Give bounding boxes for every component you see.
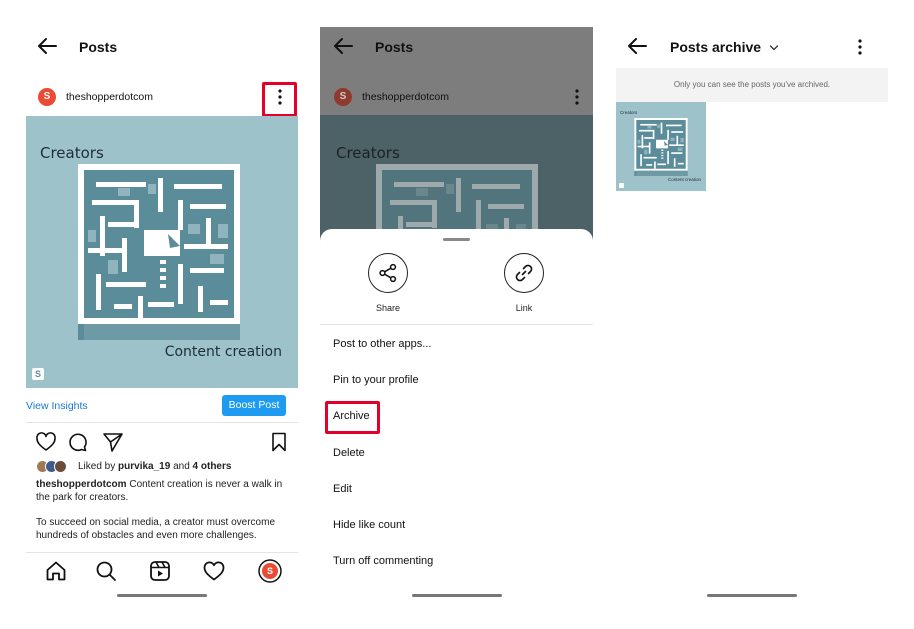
share-label: Share: [375, 303, 401, 313]
post-text-creators: Creators: [336, 144, 400, 162]
menu-item-turn-off-commenting[interactable]: Turn off commenting: [333, 555, 433, 567]
post-options-screen: Posts S theshopperdotcom Creators Share …: [320, 27, 593, 602]
view-insights-link[interactable]: View Insights: [26, 400, 88, 412]
thumb-text-creators: Creators: [620, 110, 638, 115]
heart-icon[interactable]: [35, 431, 57, 453]
chevron-down-icon: [769, 39, 779, 57]
divider: [26, 552, 298, 553]
page-title: Posts: [79, 39, 118, 55]
bookmark-icon[interactable]: [268, 431, 290, 453]
post-header: S theshopperdotcom: [26, 83, 298, 111]
menu-item-pin-to-profile[interactable]: Pin to your profile: [333, 374, 419, 386]
sheet-grabber[interactable]: [443, 238, 470, 241]
post-image[interactable]: Creators Content creation S: [26, 116, 298, 388]
likes-text[interactable]: Liked by purvika_19 and 4 others: [78, 461, 231, 472]
liker-avatars[interactable]: [36, 460, 74, 474]
boost-post-button[interactable]: Boost Post: [222, 395, 286, 416]
divider: [320, 324, 593, 325]
maze-graphic: [634, 118, 688, 176]
bottom-nav: S: [26, 557, 298, 585]
send-icon[interactable]: [102, 431, 124, 453]
divider: [26, 422, 298, 423]
likes-prefix: Liked by: [78, 461, 119, 472]
gesture-bar: [412, 594, 502, 597]
username[interactable]: theshopperdotcom: [66, 91, 153, 103]
post-text-content-creation: Content creation: [164, 344, 282, 360]
brand-logo: S: [32, 368, 44, 380]
gesture-bar: [117, 594, 207, 597]
caption-username[interactable]: theshopperdotcom: [36, 479, 127, 490]
back-arrow-icon[interactable]: [626, 33, 648, 59]
share-button[interactable]: [368, 253, 408, 293]
post-text-creators: Creators: [40, 144, 104, 162]
menu-item-delete[interactable]: Delete: [333, 447, 365, 459]
archive-type-dropdown[interactable]: Posts archive: [670, 39, 780, 57]
menu-item-edit[interactable]: Edit: [333, 483, 352, 495]
highlight-kebab: [262, 82, 297, 117]
username: theshopperdotcom: [362, 91, 449, 103]
liker-username[interactable]: purvika_19: [118, 461, 170, 472]
dimmed-header: [320, 27, 593, 115]
posts-archive-screen: Posts archive Only you can see the posts…: [616, 27, 888, 602]
insights-row: View Insights Boost Post: [26, 395, 298, 417]
avatar[interactable]: S: [38, 88, 56, 106]
page-title: Posts: [375, 39, 414, 55]
back-arrow-icon[interactable]: [36, 33, 58, 59]
avatar: S: [334, 88, 352, 106]
archive-notice: Only you can see the posts you've archiv…: [616, 68, 888, 102]
archived-post-thumbnail[interactable]: Creators Content creation: [616, 102, 706, 191]
likes-others[interactable]: 4 others: [193, 461, 232, 472]
top-bar: Posts: [26, 27, 298, 67]
heart-icon[interactable]: [202, 559, 226, 583]
menu-item-hide-like-count[interactable]: Hide like count: [333, 519, 405, 531]
gesture-bar: [707, 594, 797, 597]
post-actions: [26, 431, 298, 453]
link-label: Link: [515, 303, 533, 313]
thumb-text-content-creation: Content creation: [667, 177, 701, 182]
posts-screen: Posts S theshopperdotcom Creators Conten…: [26, 27, 298, 602]
comment-icon[interactable]: [66, 431, 88, 453]
menu-item-post-to-other-apps[interactable]: Post to other apps...: [333, 338, 431, 350]
search-icon[interactable]: [94, 559, 118, 583]
brand-logo: [619, 183, 624, 188]
kebab-icon[interactable]: [852, 37, 868, 57]
page-title: Posts archive: [670, 39, 762, 56]
maze-graphic: [78, 164, 240, 340]
kebab-icon: [569, 87, 585, 107]
highlight-archive: [325, 401, 380, 434]
top-bar: Posts archive: [616, 27, 888, 67]
home-icon[interactable]: [44, 559, 68, 583]
profile-avatar-button[interactable]: S: [258, 559, 282, 583]
reels-icon[interactable]: [148, 559, 172, 583]
profile-avatar-letter: S: [266, 566, 273, 576]
back-arrow-icon[interactable]: [332, 33, 354, 59]
caption-paragraph: To succeed on social media, a creator mu…: [36, 517, 275, 541]
link-button[interactable]: [504, 253, 544, 293]
avatar: [54, 460, 67, 473]
likes-middle: and: [170, 461, 193, 472]
dimmed-background[interactable]: Posts S theshopperdotcom Creators: [320, 27, 593, 241]
options-sheet: Share Link Post to other apps... Pin to …: [320, 229, 593, 602]
caption: theshopperdotcom Content creation is nev…: [36, 478, 288, 504]
